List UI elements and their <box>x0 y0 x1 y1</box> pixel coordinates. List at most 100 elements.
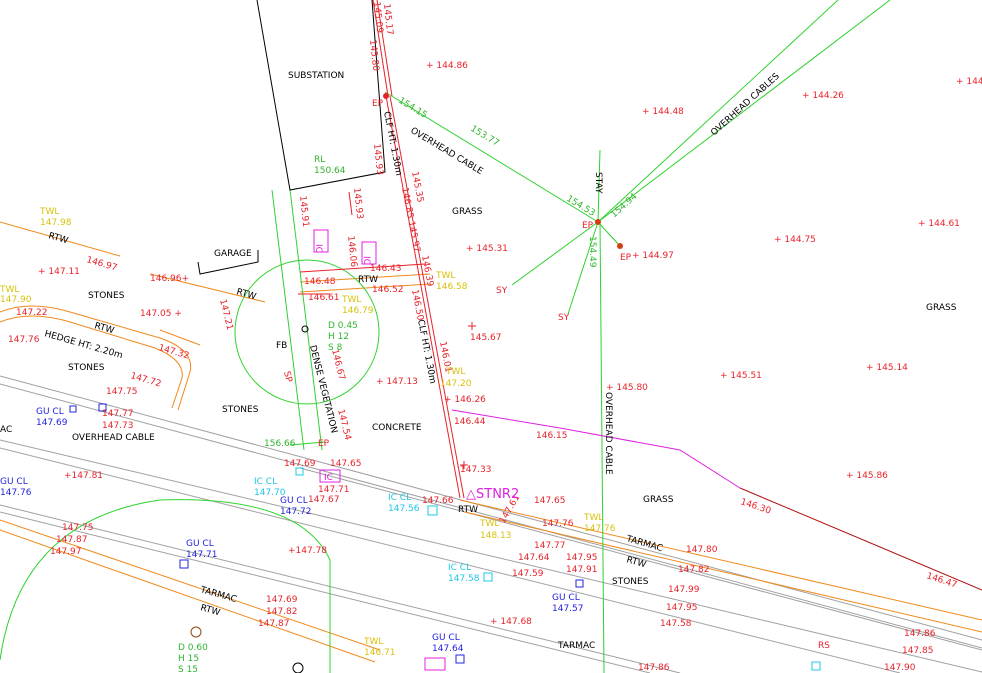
label-concrete: CONCRETE <box>372 423 422 433</box>
gu-cl-2-value: 147.76 <box>0 488 32 498</box>
label-twl-7: TWL <box>363 637 383 647</box>
spot-147-33: 147.33 <box>460 465 492 475</box>
spot-147-77a: 147.77 <box>102 409 134 419</box>
spot-146-97: 146.97 <box>85 255 118 273</box>
label-stones-3: STONES <box>222 405 259 415</box>
spot-147-58: 147.58 <box>660 619 692 629</box>
twl-146-71: 146.71 <box>364 648 396 658</box>
spot-146-61: 146.61 <box>308 293 340 303</box>
spot-147-65a: 147.65 <box>330 459 362 469</box>
spot-147-64: 147.64 <box>518 553 550 563</box>
label-overhead-cable-1: OVERHEAD CABLE <box>72 433 155 443</box>
label-rl-value: 150.64 <box>314 166 346 176</box>
spot-147-65b: 147.65 <box>534 496 566 506</box>
label-twl-2: TWL <box>0 285 19 295</box>
label-rtw-3: RTW <box>358 275 378 285</box>
spot-147-66: 147.66 <box>422 496 454 506</box>
gu-cl-5: GU CL <box>552 593 580 603</box>
spot-147-68: + 147.68 <box>490 617 532 627</box>
label-twl-4: TWL <box>341 295 361 305</box>
spot-144-61: + 144.61 <box>918 219 960 229</box>
ic-cl-2: IC CL <box>388 493 411 503</box>
label-ic-2: IC <box>361 256 371 265</box>
label-substation: SUBSTATION <box>288 71 344 81</box>
label-stones-2: STONES <box>68 363 105 373</box>
spot-146-30: 146.30 <box>739 497 772 516</box>
twl-147-20: 147.20 <box>440 379 472 389</box>
spot-146-67: 146.67 <box>329 348 346 381</box>
gu-cl-6: GU CL <box>432 633 460 643</box>
spot-145-86: + 145.86 <box>846 471 888 481</box>
label-fb: FB <box>276 341 287 351</box>
spot-153-77: 153.77 <box>468 124 500 149</box>
spot-147-69: 147.69 <box>284 459 316 469</box>
label-stones-1: STONES <box>88 291 125 301</box>
label-twl-6: TWL <box>479 519 499 529</box>
spot-146-52: 146.52 <box>372 285 404 295</box>
label-garage: GARAGE <box>214 249 252 259</box>
spot-146-47: 146.47 <box>925 571 958 590</box>
spot-146-06: 146.06 <box>345 235 358 268</box>
spot-146-43: 146.43 <box>370 264 402 274</box>
spot-147-75a: 147.75 <box>106 387 138 397</box>
spot-147-05: 147.05 + <box>140 309 182 319</box>
spot-147-81: +147.81 <box>64 471 103 481</box>
label-overhead-cable-4: OVERHEAD CABLE <box>603 392 613 475</box>
spot-144-75: + 144.75 <box>774 235 816 245</box>
label-twl-8: TWL <box>583 513 603 523</box>
spot-147-71: 147.71 <box>318 485 350 495</box>
label-rl: RL <box>314 155 325 165</box>
label-sp: SP <box>281 370 294 384</box>
label-grass-2: GRASS <box>926 303 957 313</box>
label-stones-4: STONES <box>612 577 649 587</box>
twl-147-76: 147.76 <box>584 524 616 534</box>
twl-147-98: 147.98 <box>40 218 72 228</box>
spot-147-22: 147.22 <box>16 308 48 318</box>
label-d-2: D 0.60 <box>178 643 208 653</box>
spot-147-67: 147.67 <box>308 495 340 505</box>
spot-147-86: 147.86 <box>904 629 936 639</box>
spot-147-97: 147.97 <box>50 547 82 557</box>
spot-147-99: 147.99 <box>668 585 700 595</box>
label-ic-3: IC <box>324 473 333 483</box>
gu-cl-1: GU CL <box>36 407 64 417</box>
spot-146-48: 146.48 <box>304 277 336 287</box>
ic-cl-labels: IC CL 147.70 IC CL 147.56 IC CL 147.58 <box>254 477 480 584</box>
label-ep-4: EP <box>318 439 330 449</box>
spot-145-91: 145.91 <box>297 195 310 227</box>
label-s-2: S 15 <box>178 665 198 673</box>
gu-cl-4-value: 147.71 <box>186 550 218 560</box>
spot-147-90: 147.90 <box>884 663 916 673</box>
spot-147-77b: 147.77 <box>534 541 566 551</box>
spot-147-76a: 147.76 <box>8 335 40 345</box>
spot-146-26: + 146.26 <box>444 395 486 405</box>
label-rs: RS <box>818 641 830 651</box>
ic-cl-2-value: 147.56 <box>388 504 420 514</box>
gu-cl-4: GU CL <box>186 539 214 549</box>
spot-147-21: 147.21 <box>217 298 234 331</box>
spot-144-48: + 144.48 <box>642 107 684 117</box>
label-tarmac-3: TARMAC <box>557 641 595 651</box>
ic-cl-1-value: 147.70 <box>254 488 286 498</box>
spot-147-78: +147.78 <box>288 546 327 556</box>
spot-145-80: + 145.80 <box>606 383 648 393</box>
brown-line <box>739 487 982 591</box>
gu-cl-5-value: 147.57 <box>552 604 584 614</box>
twl-148-13: 148.13 <box>480 531 512 541</box>
spot-147-82a: 147.82 <box>678 565 710 575</box>
spot-145-93a: 145.93 <box>371 143 384 175</box>
label-h-1: H 12 <box>328 332 349 342</box>
label-tarmac-1: TARMAC <box>624 534 664 554</box>
spot-147-87b: 147.87 <box>258 619 290 629</box>
spot-144-top: + 144 <box>956 77 982 87</box>
gu-cl-2: GU CL <box>0 477 28 487</box>
ic-cl-3-value: 147.58 <box>448 574 480 584</box>
survey-plan-canvas: SUBSTATION GARAGE GRASS GRASS GRASS CONC… <box>0 0 982 673</box>
spot-147-11: + 147.11 <box>38 267 80 277</box>
twl-146-58: 146.58 <box>436 282 468 292</box>
spot-147-13: + 147.13 <box>376 377 418 387</box>
building-outlines <box>197 0 386 673</box>
label-ep-1: EP <box>372 99 384 109</box>
gu-cl-1-value: 147.69 <box>36 418 68 428</box>
gu-cl-3-value: 147.72 <box>280 507 312 517</box>
